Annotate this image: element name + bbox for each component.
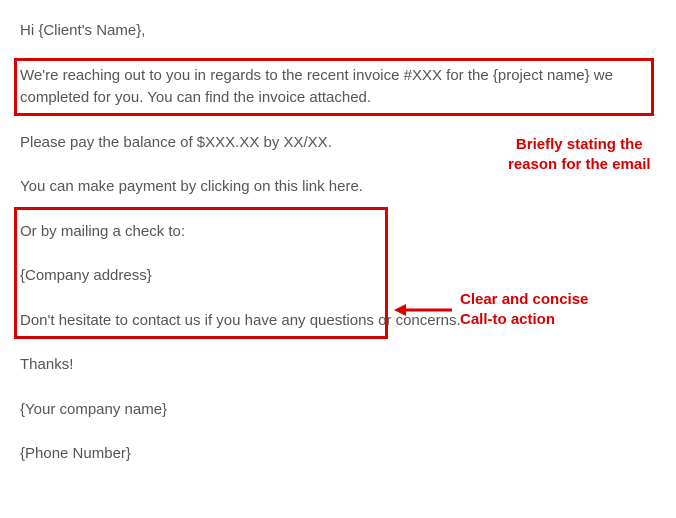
intro-text: We're reaching out to you in regards to … <box>20 65 656 110</box>
annotation-cta-line1: Clear and concise <box>460 290 588 310</box>
company-name-text: {Your company name} <box>20 399 656 422</box>
company-address-text: {Company address} <box>20 265 656 288</box>
mailing-check-text: Or by mailing a check to: <box>20 221 656 244</box>
annotation-reason: Briefly stating the reason for the email <box>508 135 651 174</box>
annotation-reason-line1: Briefly stating the <box>508 135 651 155</box>
annotation-cta: Clear and concise Call-to action <box>460 290 588 329</box>
greeting-text: Hi {Client's Name}, <box>20 20 656 43</box>
phone-text: {Phone Number} <box>20 443 656 466</box>
payment-link-text: You can make payment by clicking on this… <box>20 176 656 199</box>
annotation-reason-line2: reason for the email <box>508 155 651 175</box>
thanks-text: Thanks! <box>20 354 656 377</box>
arrow-icon <box>394 303 452 317</box>
annotation-cta-line2: Call-to action <box>460 310 588 330</box>
